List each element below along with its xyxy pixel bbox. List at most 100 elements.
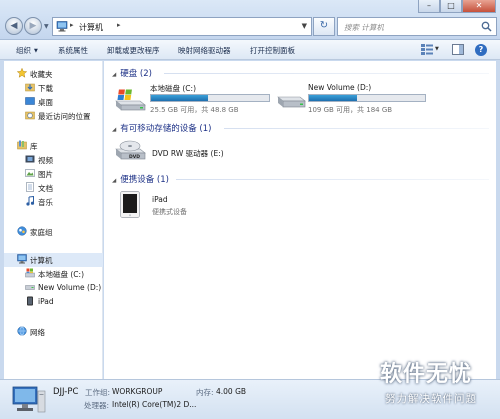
- memory-value: 4.00 GB: [216, 387, 247, 396]
- nav-videos[interactable]: 视频: [4, 153, 103, 167]
- computer-icon: [56, 21, 68, 32]
- drive-tile-d[interactable]: New Volume (D:) 109 GB 可用，共 184 GB: [270, 81, 430, 115]
- drive-icon: [277, 96, 306, 108]
- preview-pane-button[interactable]: [452, 44, 464, 55]
- forward-button[interactable]: ▶: [24, 17, 42, 35]
- nav-libraries[interactable]: 库: [4, 139, 103, 153]
- collapse-icon: ◢: [112, 127, 117, 133]
- refresh-button[interactable]: ↻: [313, 17, 335, 36]
- downloads-folder-icon: [25, 83, 35, 92]
- memory-label: 内存:: [196, 388, 214, 397]
- address-history-dropdown[interactable]: ▼: [302, 22, 307, 30]
- drive-usage-bar: [150, 94, 270, 102]
- system-drive-icon: [25, 268, 35, 278]
- drive-name: 本地磁盘 (C:): [150, 84, 196, 93]
- breadcrumb-separator[interactable]: ▸: [117, 21, 121, 29]
- drive-icon: [25, 285, 35, 290]
- command-bar: 组织 ▼ 系统属性 卸载或更改程序 映射网络驱动器 打开控制面板 ▼ ?: [0, 40, 500, 60]
- computer-icon: [17, 254, 27, 264]
- computer-icon: [12, 386, 46, 413]
- drive-free-space: 25.5 GB 可用，共 48.8 GB: [150, 106, 239, 114]
- nav-computer[interactable]: 计算机: [4, 253, 103, 267]
- desktop-icon: [25, 97, 35, 105]
- ipad-tile[interactable]: iPad 便携式设备: [112, 187, 232, 223]
- back-button[interactable]: ◀: [5, 17, 23, 35]
- recent-places-icon: [25, 111, 35, 120]
- nav-downloads[interactable]: 下载: [4, 81, 103, 95]
- nav-favorites[interactable]: 收藏夹: [4, 67, 103, 81]
- watermark-title: 软件无忧: [380, 362, 473, 387]
- drive-usage-fill: [151, 95, 208, 101]
- map-network-drive-button[interactable]: 映射网络驱动器: [178, 45, 231, 56]
- dvd-logo: DVD: [129, 154, 140, 160]
- workgroup-value: WORKGROUP: [112, 387, 163, 396]
- help-button[interactable]: ?: [475, 44, 487, 56]
- document-icon: [26, 182, 34, 192]
- nav-homegroup[interactable]: 家庭组: [4, 225, 103, 239]
- content-area: ◢ 硬盘 (2) 本地磁盘 (C:) 25.5 GB 可用，共 48.8 GB N…: [104, 61, 496, 379]
- organize-menu[interactable]: 组织 ▼: [16, 45, 38, 56]
- nav-recent-places[interactable]: 最近访问的位置: [4, 109, 103, 123]
- device-type: 便携式设备: [152, 208, 187, 216]
- processor-label: 处理器:: [84, 401, 110, 410]
- nav-music[interactable]: 音乐: [4, 195, 103, 209]
- group-divider: [224, 128, 489, 129]
- chevron-down-icon: ▼: [34, 48, 38, 54]
- music-icon: [26, 196, 35, 206]
- picture-icon: [25, 169, 35, 177]
- minimize-button[interactable]: –: [418, 0, 440, 13]
- nav-pictures[interactable]: 图片: [4, 167, 103, 181]
- nav-desktop[interactable]: 桌面: [4, 95, 103, 109]
- group-divider: [164, 73, 489, 74]
- drive-usage-fill: [309, 95, 357, 101]
- drive-usage-bar: [308, 94, 426, 102]
- collapse-icon: ◢: [112, 72, 117, 78]
- search-placeholder: 搜索 计算机: [344, 23, 384, 32]
- close-button[interactable]: ✕: [462, 0, 496, 13]
- collapse-icon: ◢: [112, 178, 117, 184]
- drive-tile-c[interactable]: 本地磁盘 (C:) 25.5 GB 可用，共 48.8 GB: [112, 81, 272, 115]
- navigation-pane: 收藏夹 下载 桌面 最近访问的位置 库 视频 图片 文档 音乐 家庭组 计算机: [4, 61, 103, 379]
- video-icon: [25, 155, 35, 163]
- dvd-drive-icon: DVD: [115, 140, 146, 160]
- search-icon: [481, 21, 492, 32]
- breadcrumb-computer[interactable]: 计算机: [79, 22, 103, 33]
- processor-value: Intel(R) Core(TM)2 D...: [112, 400, 197, 409]
- open-control-panel-button[interactable]: 打开控制面板: [250, 45, 295, 56]
- group-header-hard-disks[interactable]: ◢ 硬盘 (2): [112, 67, 152, 79]
- nav-local-disk-c[interactable]: 本地磁盘 (C:): [4, 267, 103, 281]
- view-dropdown-icon[interactable]: ▼: [435, 46, 439, 52]
- nav-new-volume-d[interactable]: New Volume (D:): [4, 281, 103, 295]
- group-header-portable[interactable]: ◢ 便携设备 (1): [112, 173, 169, 185]
- system-drive-icon: [115, 89, 146, 111]
- library-icon: [17, 140, 27, 150]
- device-name: iPad: [152, 195, 168, 204]
- search-box[interactable]: 搜索 计算机: [337, 17, 497, 36]
- watermark-subtitle: 努力解决软件问题: [385, 393, 477, 405]
- star-icon: [17, 68, 27, 78]
- uninstall-program-button[interactable]: 卸载或更改程序: [107, 45, 160, 56]
- tablet-icon: [27, 296, 33, 306]
- drive-name: New Volume (D:): [308, 83, 372, 92]
- title-bar: – □ ✕ ◀ ▶ ▼ ▸ 计算机 ▸ ▼ ↻ 搜索 计算机: [0, 0, 500, 40]
- system-properties-button[interactable]: 系统属性: [58, 45, 88, 56]
- workgroup-label: 工作组:: [85, 388, 111, 397]
- view-options-icon[interactable]: [421, 44, 433, 55]
- address-bar[interactable]: ▸ 计算机 ▸ ▼: [52, 17, 312, 36]
- computer-name: DJJ-PC: [53, 387, 79, 397]
- dvd-drive-tile[interactable]: DVD DVD RW 驱动器 (E:): [112, 136, 252, 166]
- group-header-removable[interactable]: ◢ 有可移动存储的设备 (1): [112, 122, 211, 134]
- drive-free-space: 109 GB 可用，共 184 GB: [308, 106, 393, 114]
- group-divider: [176, 179, 489, 180]
- breadcrumb-separator[interactable]: ▸: [70, 21, 74, 29]
- maximize-button[interactable]: □: [440, 0, 462, 13]
- nav-network[interactable]: 网络: [4, 325, 103, 339]
- window-controls: – □ ✕: [418, 0, 496, 13]
- recent-pages-dropdown[interactable]: ▼: [44, 23, 49, 30]
- nav-documents[interactable]: 文档: [4, 181, 103, 195]
- tablet-icon: [120, 191, 140, 218]
- nav-ipad[interactable]: iPad: [4, 295, 103, 309]
- network-icon: [17, 326, 27, 336]
- dvd-drive-name: DVD RW 驱动器 (E:): [152, 149, 224, 158]
- homegroup-icon: [17, 226, 27, 236]
